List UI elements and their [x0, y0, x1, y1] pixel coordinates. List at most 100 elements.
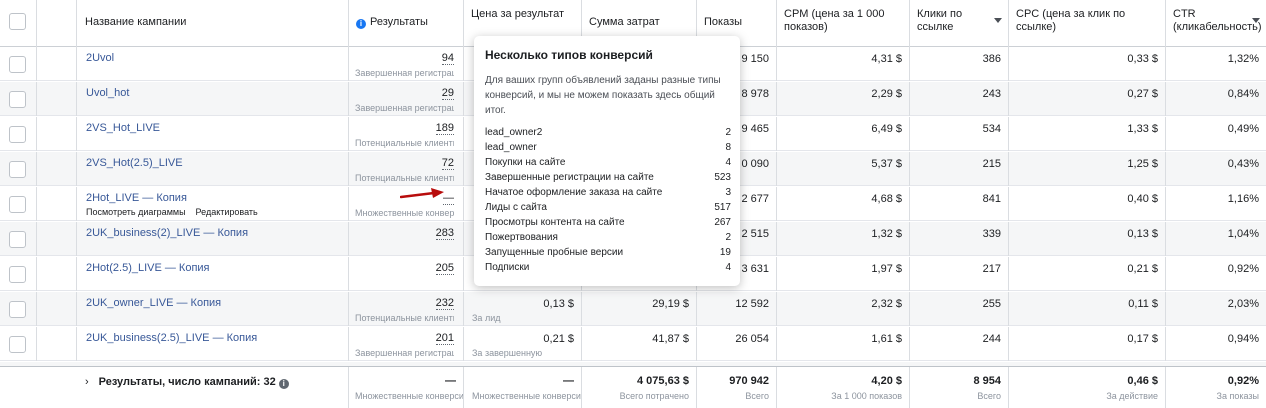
row-checkbox[interactable] — [9, 161, 26, 178]
impressions-cell: 12 592 — [697, 292, 777, 326]
cpc-cell: 0,21 $ — [1009, 257, 1166, 291]
header-cpc[interactable]: CPC (цена за клик по ссылке) — [1009, 0, 1166, 47]
clicks-cell: 243 — [910, 82, 1009, 116]
tooltip-description: Для ваших групп объявлений заданы разные… — [485, 75, 721, 116]
campaign-name-link[interactable]: 2UK_business(2)_LIVE — Копия — [86, 227, 248, 239]
result-type: Потенциальные клиенты — [355, 138, 454, 148]
footer-results: — Множественные конверсии — [349, 367, 464, 408]
result-value[interactable]: 283 — [435, 227, 454, 240]
result-type: Завершенная регистрация — [355, 348, 454, 358]
toggle-cell — [37, 187, 77, 221]
header-cpm[interactable]: CPM (цена за 1 000 показов) — [777, 0, 910, 47]
chevron-right-icon[interactable]: › — [85, 376, 89, 388]
tooltip-item: lead_owner2 2 — [485, 127, 731, 138]
ctr-cell: 1,16% — [1227, 193, 1259, 205]
row-checkbox[interactable] — [9, 231, 26, 248]
row-checkbox[interactable] — [9, 91, 26, 108]
select-cell — [0, 222, 37, 256]
cpc-cell: 1,33 $ — [1009, 117, 1166, 151]
results-cell: 205 — [349, 257, 464, 291]
result-value[interactable]: 189 — [435, 122, 454, 135]
info-icon[interactable]: i — [278, 379, 289, 389]
header-toggle-cell — [37, 0, 77, 47]
footer-ctr: 0,92% За показы — [1216, 375, 1259, 401]
cost-per-result-cell: 0,21 $За завершенную регистрацию — [464, 327, 582, 361]
footer-summary[interactable]: › Результаты, число кампаний: 32 i — [85, 376, 289, 389]
campaign-name-link[interactable]: 2Hot_LIVE — Копия — [86, 192, 187, 204]
header-select-cell — [0, 0, 37, 47]
select-all-checkbox[interactable] — [9, 13, 26, 30]
select-cell — [0, 82, 37, 116]
footer-summary-cell: › Результаты, число кампаний: 32 i — [0, 367, 349, 408]
cpm-cell: 4,68 $ — [777, 187, 910, 221]
campaign-name-link[interactable]: 2Uvol — [86, 52, 114, 64]
ctr-cell: 0,84% — [1227, 88, 1259, 100]
edit-link[interactable]: Редактировать — [196, 207, 258, 217]
header-results[interactable]: i Результаты — [349, 0, 464, 47]
result-value[interactable]: 94 — [441, 52, 454, 65]
result-type: Потенциальные клиенты — [355, 313, 454, 323]
result-value[interactable]: 29 — [441, 87, 454, 100]
clicks-cell: 841 — [910, 187, 1009, 221]
campaign-name-cell: 2UK_business(2.5)_LIVE — Копия — [77, 327, 349, 361]
tooltip-item: Просмотры контента на сайте 267 — [485, 217, 731, 228]
ctr-cell: 0,49% — [1227, 123, 1259, 135]
row-checkbox[interactable] — [9, 196, 26, 213]
results-cell: 29 Завершенная регистрация — [349, 82, 464, 116]
impressions-cell: 26 054 — [697, 327, 777, 361]
row-checkbox[interactable] — [9, 126, 26, 143]
tooltip-item: Покупки на сайте 4 — [485, 157, 731, 168]
results-cell: 189 Потенциальные клиенты — [349, 117, 464, 151]
campaign-name-link[interactable]: 2VS_Hot(2.5)_LIVE — [86, 157, 183, 169]
toggle-cell — [37, 82, 77, 116]
row-checkbox[interactable] — [9, 301, 26, 318]
header-ctr[interactable]: CTR (кликабельность) — [1166, 0, 1266, 47]
table-row[interactable]: 2UK_owner_LIVE — Копия 232 Потенциальные… — [0, 292, 1266, 326]
campaign-name-link[interactable]: 2UK_owner_LIVE — Копия — [86, 297, 221, 309]
row-actions: Посмотреть диаграммы Редактировать — [86, 207, 348, 217]
results-cell: 94 Завершенная регистрация — [349, 47, 464, 81]
conversion-types-tooltip: Несколько типов конверсий Для ваших груп… — [474, 36, 740, 286]
table-row[interactable]: 2UK_business(2.5)_LIVE — Копия 201 Завер… — [0, 327, 1266, 361]
clicks-cell: 386 — [910, 47, 1009, 81]
toggle-cell — [37, 47, 77, 81]
toggle-cell — [37, 257, 77, 291]
row-checkbox[interactable] — [9, 266, 26, 283]
results-cell: 72 Потенциальные клиенты — [349, 152, 464, 186]
clicks-cell: 244 — [910, 327, 1009, 361]
campaign-name-link[interactable]: 2UK_business(2.5)_LIVE — Копия — [86, 332, 257, 344]
ctr-cell: 1,32% — [1227, 53, 1259, 65]
header-name[interactable]: Название кампании — [77, 0, 349, 47]
results-cell: 283 — [349, 222, 464, 256]
spend-cell: 41,87 $ — [582, 327, 697, 361]
tooltip-item: lead_owner 8 — [485, 142, 731, 153]
footer-clicks: 8 954 Всего — [910, 367, 1009, 408]
campaign-name-cell: 2Hot(2.5)_LIVE — Копия — [77, 257, 349, 291]
ctr-cell: 1,04% — [1227, 228, 1259, 240]
result-value[interactable]: 72 — [441, 157, 454, 170]
result-value[interactable]: 205 — [435, 262, 454, 275]
row-checkbox[interactable] — [9, 336, 26, 353]
clicks-cell: 534 — [910, 117, 1009, 151]
campaign-name-link[interactable]: 2Hot(2.5)_LIVE — Копия — [86, 262, 210, 274]
footer-spend: 4 075,63 $ Всего потрачено — [582, 367, 697, 408]
toggle-cell — [37, 292, 77, 326]
tooltip-item: Подписки 4 — [485, 262, 731, 273]
header-link-clicks[interactable]: Клики по ссылке — [910, 0, 1009, 47]
campaign-name-link[interactable]: Uvol_hot — [86, 87, 129, 99]
result-type: Завершенная регистрация — [355, 103, 454, 113]
result-value[interactable]: 232 — [435, 297, 454, 310]
cpc-cell: 1,25 $ — [1009, 152, 1166, 186]
row-checkbox[interactable] — [9, 56, 26, 73]
result-value[interactable]: 201 — [435, 332, 454, 345]
campaign-name-cell: 2VS_Hot(2.5)_LIVE — [77, 152, 349, 186]
view-charts-link[interactable]: Посмотреть диаграммы — [86, 207, 186, 217]
clicks-cell: 339 — [910, 222, 1009, 256]
clicks-cell: 215 — [910, 152, 1009, 186]
campaign-name-cell: 2UK_owner_LIVE — Копия — [77, 292, 349, 326]
campaign-name-link[interactable]: 2VS_Hot_LIVE — [86, 122, 160, 134]
result-type: Множественные конверсии — [355, 208, 454, 218]
footer-impressions: 970 942 Всего — [697, 367, 777, 408]
info-icon[interactable]: i — [356, 19, 366, 29]
cpm-cell: 1,32 $ — [777, 222, 910, 256]
